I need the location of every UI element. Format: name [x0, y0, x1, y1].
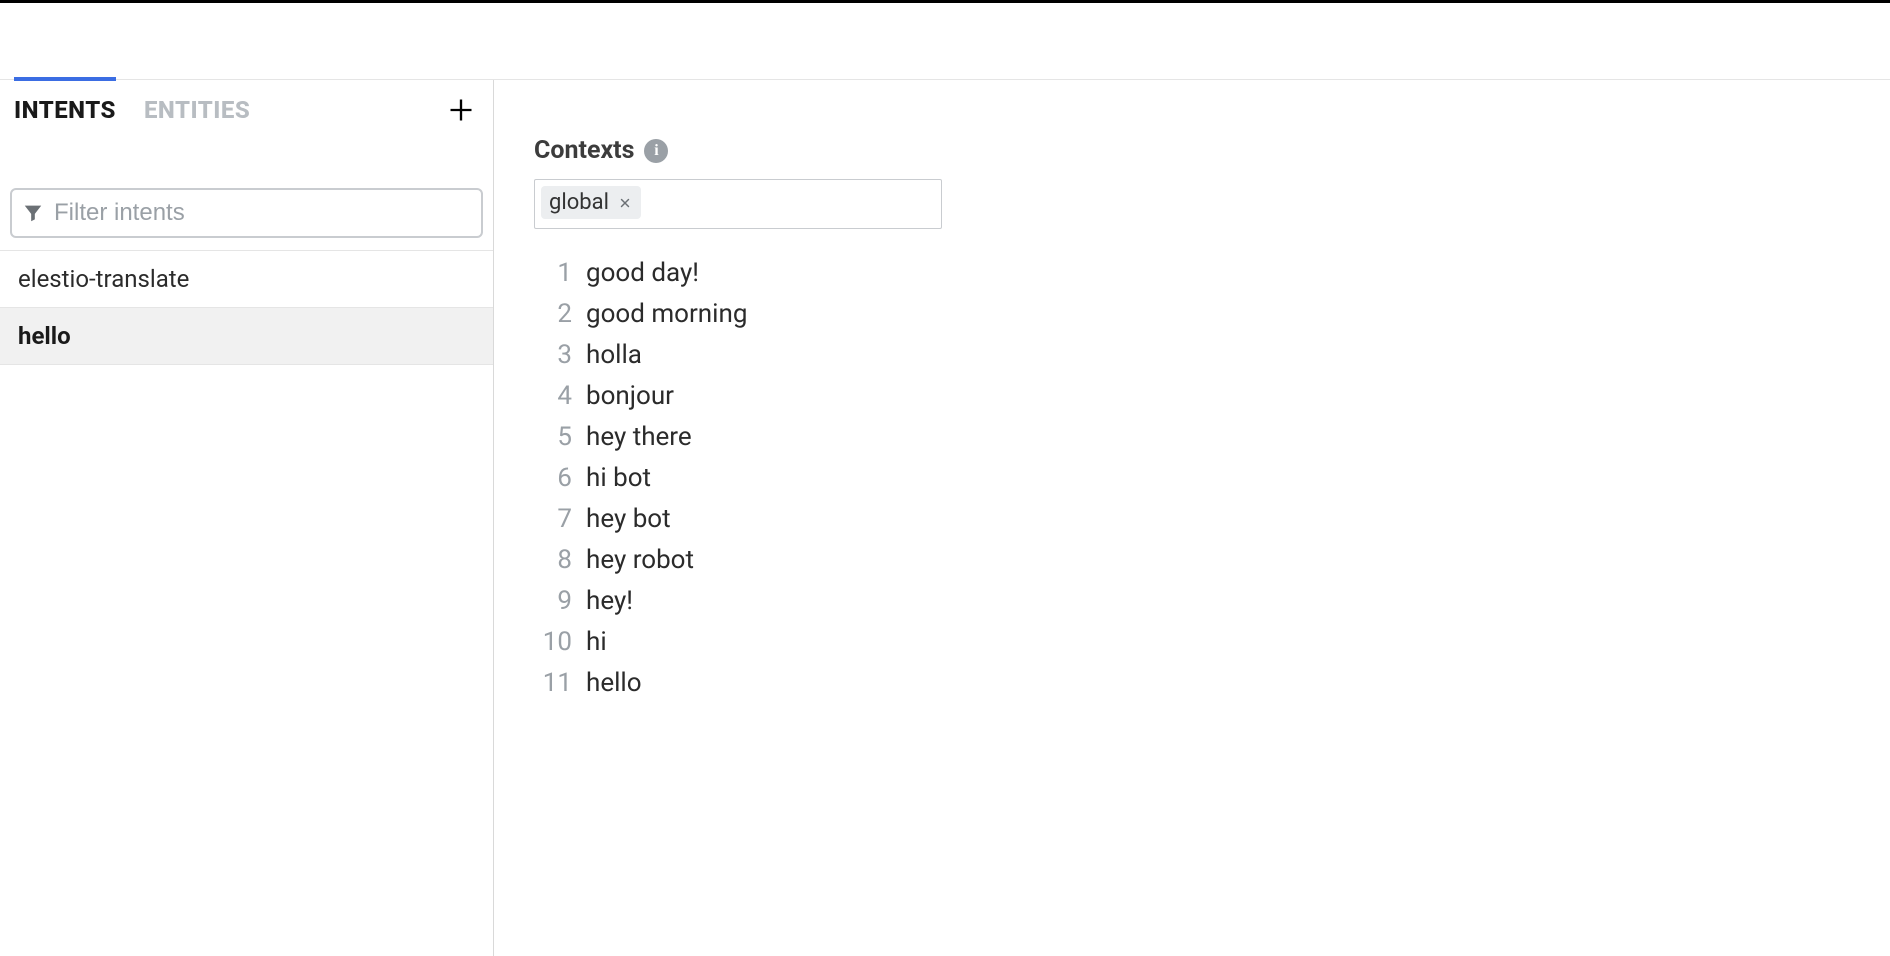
utterance-text: bonjour	[586, 376, 674, 417]
contexts-header: Contexts i	[534, 136, 1850, 165]
tab-entities[interactable]: ENTITIES	[144, 80, 250, 140]
utterances-list: 1 good day! 2 good morning 3 holla 4 bonjour 5 he…	[534, 253, 1850, 704]
filter-icon	[22, 202, 44, 224]
utterance-line-number: 8	[534, 540, 572, 581]
utterance-line-number: 6	[534, 458, 572, 499]
remove-context-button[interactable]	[617, 195, 633, 211]
intent-list: elestio-translatehello	[0, 250, 493, 365]
utterance-row[interactable]: 3 holla	[534, 335, 1850, 376]
contexts-input[interactable]: global	[534, 179, 942, 229]
utterance-line-number: 10	[534, 622, 572, 663]
utterance-row[interactable]: 6 hi bot	[534, 458, 1850, 499]
utterance-line-number: 4	[534, 376, 572, 417]
info-icon[interactable]: i	[644, 139, 668, 163]
intent-item[interactable]: elestio-translate	[0, 251, 493, 308]
filter-input-container[interactable]	[10, 188, 483, 238]
context-tag-label: global	[549, 190, 609, 215]
tab-intents[interactable]: INTENTS	[14, 80, 116, 140]
utterance-line-number: 3	[534, 335, 572, 376]
utterance-row[interactable]: 7 hey bot	[534, 499, 1850, 540]
utterance-text: hi bot	[586, 458, 651, 499]
utterance-line-number: 9	[534, 581, 572, 622]
utterance-text: hello	[586, 663, 642, 704]
add-intent-button[interactable]	[443, 92, 479, 128]
main-container: INTENTS ENTITIES elestio-translatehello …	[0, 80, 1890, 956]
utterance-line-number: 1	[534, 253, 572, 294]
utterance-row[interactable]: 8 hey robot	[534, 540, 1850, 581]
utterance-row[interactable]: 10 hi	[534, 622, 1850, 663]
sidebar: INTENTS ENTITIES elestio-translatehello	[0, 80, 494, 956]
utterance-text: hey bot	[586, 499, 671, 540]
utterance-line-number: 7	[534, 499, 572, 540]
utterance-row[interactable]: 11 hello	[534, 663, 1850, 704]
contexts-label: Contexts	[534, 136, 634, 165]
utterance-text: hey there	[586, 417, 692, 458]
utterance-line-number: 11	[534, 663, 572, 704]
utterance-row[interactable]: 2 good morning	[534, 294, 1850, 335]
utterance-text: holla	[586, 335, 642, 376]
utterance-text: hi	[586, 622, 607, 663]
utterance-row[interactable]: 9 hey!	[534, 581, 1850, 622]
sidebar-tabs: INTENTS ENTITIES	[0, 80, 493, 140]
main-panel: Contexts i global 1 good day! 2 good mornin…	[494, 80, 1890, 956]
context-tag[interactable]: global	[541, 186, 641, 219]
filter-intents-input[interactable]	[44, 199, 471, 227]
utterance-line-number: 2	[534, 294, 572, 335]
utterance-text: hey!	[586, 581, 633, 622]
utterance-line-number: 5	[534, 417, 572, 458]
close-icon	[618, 196, 632, 210]
utterance-text: good day!	[586, 253, 699, 294]
utterance-row[interactable]: 5 hey there	[534, 417, 1850, 458]
header-area	[0, 3, 1890, 80]
utterance-row[interactable]: 1 good day!	[534, 253, 1850, 294]
utterance-text: good morning	[586, 294, 747, 335]
utterance-row[interactable]: 4 bonjour	[534, 376, 1850, 417]
intent-item[interactable]: hello	[0, 308, 493, 365]
filter-wrap	[0, 140, 493, 250]
utterance-text: hey robot	[586, 540, 694, 581]
plus-icon	[447, 96, 475, 124]
